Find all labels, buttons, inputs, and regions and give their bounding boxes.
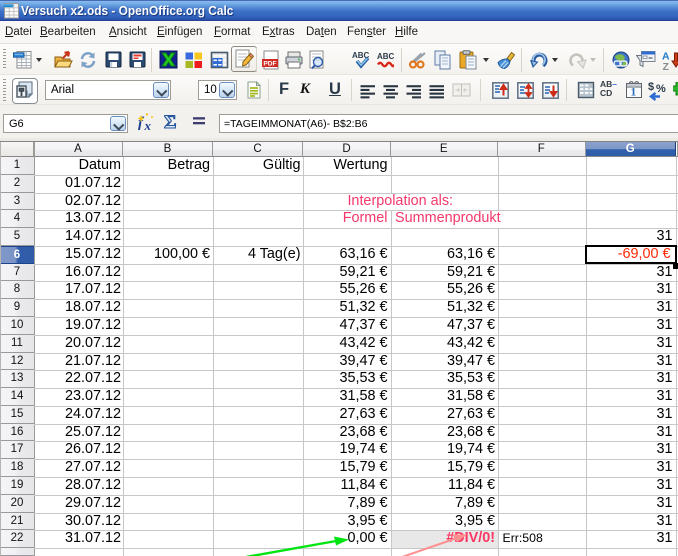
svg-text:$: $ <box>648 81 654 93</box>
svg-text:ABC: ABC <box>377 52 394 61</box>
svg-text:Σ: Σ <box>164 112 176 133</box>
svg-text:%: % <box>656 83 666 95</box>
svg-text:x: x <box>144 118 152 133</box>
svg-text:PDF: PDF <box>263 61 276 68</box>
svg-text:Z: Z <box>663 61 670 70</box>
svg-text:1: 1 <box>631 87 637 99</box>
